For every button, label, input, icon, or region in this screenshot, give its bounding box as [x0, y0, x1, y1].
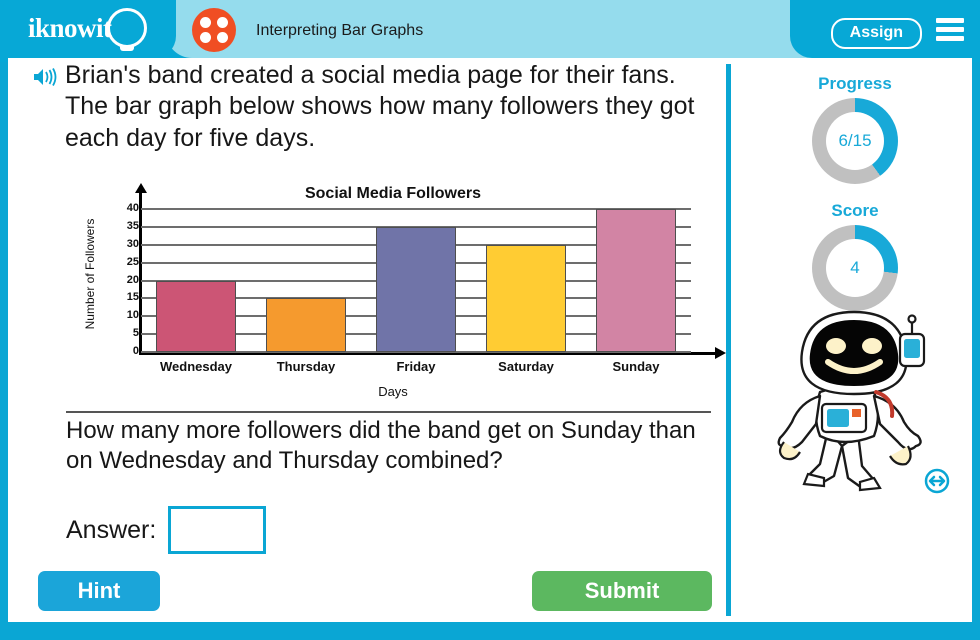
progress-donut: 6/15 [812, 98, 898, 184]
red-dice-icon [192, 8, 236, 52]
chart-bar [376, 226, 456, 352]
hamburger-menu-icon[interactable] [936, 18, 964, 42]
question-text: How many more followers did the band get… [66, 417, 696, 474]
chart-x-tick-label: Saturday [498, 359, 554, 374]
chart-y-tick-label: 10 [126, 309, 139, 322]
chart-bar [266, 298, 346, 352]
chart-x-tick-label: Thursday [276, 359, 336, 374]
chart-y-tick-label: 15 [126, 291, 139, 304]
bar-chart: Social Media Followers Number of Followe… [68, 183, 726, 405]
chart-y-tick-label: 40 [126, 202, 139, 214]
status-sidebar: Progress 6/15 Score 4 [738, 58, 972, 622]
chart-bar [486, 244, 566, 352]
score-donut: 4 [812, 225, 898, 311]
score-value: 4 [850, 258, 860, 277]
chart-x-tick-label: Sunday [612, 359, 660, 374]
expand-arrows-icon[interactable] [924, 468, 950, 494]
speaker-audio-icon[interactable] [32, 67, 58, 87]
progress-value: 6/15 [838, 131, 872, 150]
answer-row: Answer: [66, 506, 267, 554]
chart-y-tick-label: 30 [126, 237, 139, 250]
chart-y-tick-label: 25 [126, 255, 139, 268]
main-canvas: Brian's band created a social media page… [8, 58, 972, 622]
lightbulb-icon [107, 8, 147, 48]
chart-x-axis-label: Days [378, 384, 408, 399]
vertical-divider [726, 64, 731, 616]
chart-x-tick-label: Friday [396, 359, 436, 374]
lesson-content: Brian's band created a social media page… [8, 58, 726, 622]
chart-title: Social Media Followers [304, 185, 482, 202]
progress-label: Progress [818, 74, 892, 93]
iknowit-logo[interactable]: iknowit [28, 13, 112, 44]
assign-button[interactable]: Assign [830, 18, 922, 49]
chart-y-tick-label: 35 [126, 219, 139, 232]
chart-y-axis-label: Number of Followers [83, 218, 97, 330]
chart-y-tick-label: 20 [126, 273, 139, 286]
app-window: iknowit Interpreting Bar Graphs Assign B… [0, 0, 980, 640]
app-header: iknowit Interpreting Bar Graphs Assign [0, 0, 980, 62]
astronaut-mascot [777, 310, 926, 492]
lesson-prompt: Brian's band created a social media page… [65, 61, 695, 152]
chart-y-tick-label: 0 [132, 345, 139, 357]
x-axis-arrow-icon [715, 347, 726, 359]
chart-x-tick-label: Wednesday [159, 359, 232, 374]
page-title: Interpreting Bar Graphs [256, 22, 424, 39]
chart-bar [596, 209, 676, 352]
chart-plot-area: 40 35 30 25 20 15 10 5 0 Wednesday Thursday Friday… [127, 183, 726, 374]
y-axis-line [139, 191, 142, 352]
score-label: Score [831, 201, 879, 220]
hint-button[interactable]: Hint [38, 571, 160, 611]
lightbulb-base-icon [120, 46, 134, 51]
answer-input[interactable] [168, 506, 267, 554]
submit-button[interactable]: Submit [532, 571, 712, 611]
chart-y-tick-label: 5 [132, 327, 139, 340]
answer-label: Answer: [66, 515, 157, 544]
section-divider [66, 411, 711, 413]
chart-bar [156, 280, 236, 352]
